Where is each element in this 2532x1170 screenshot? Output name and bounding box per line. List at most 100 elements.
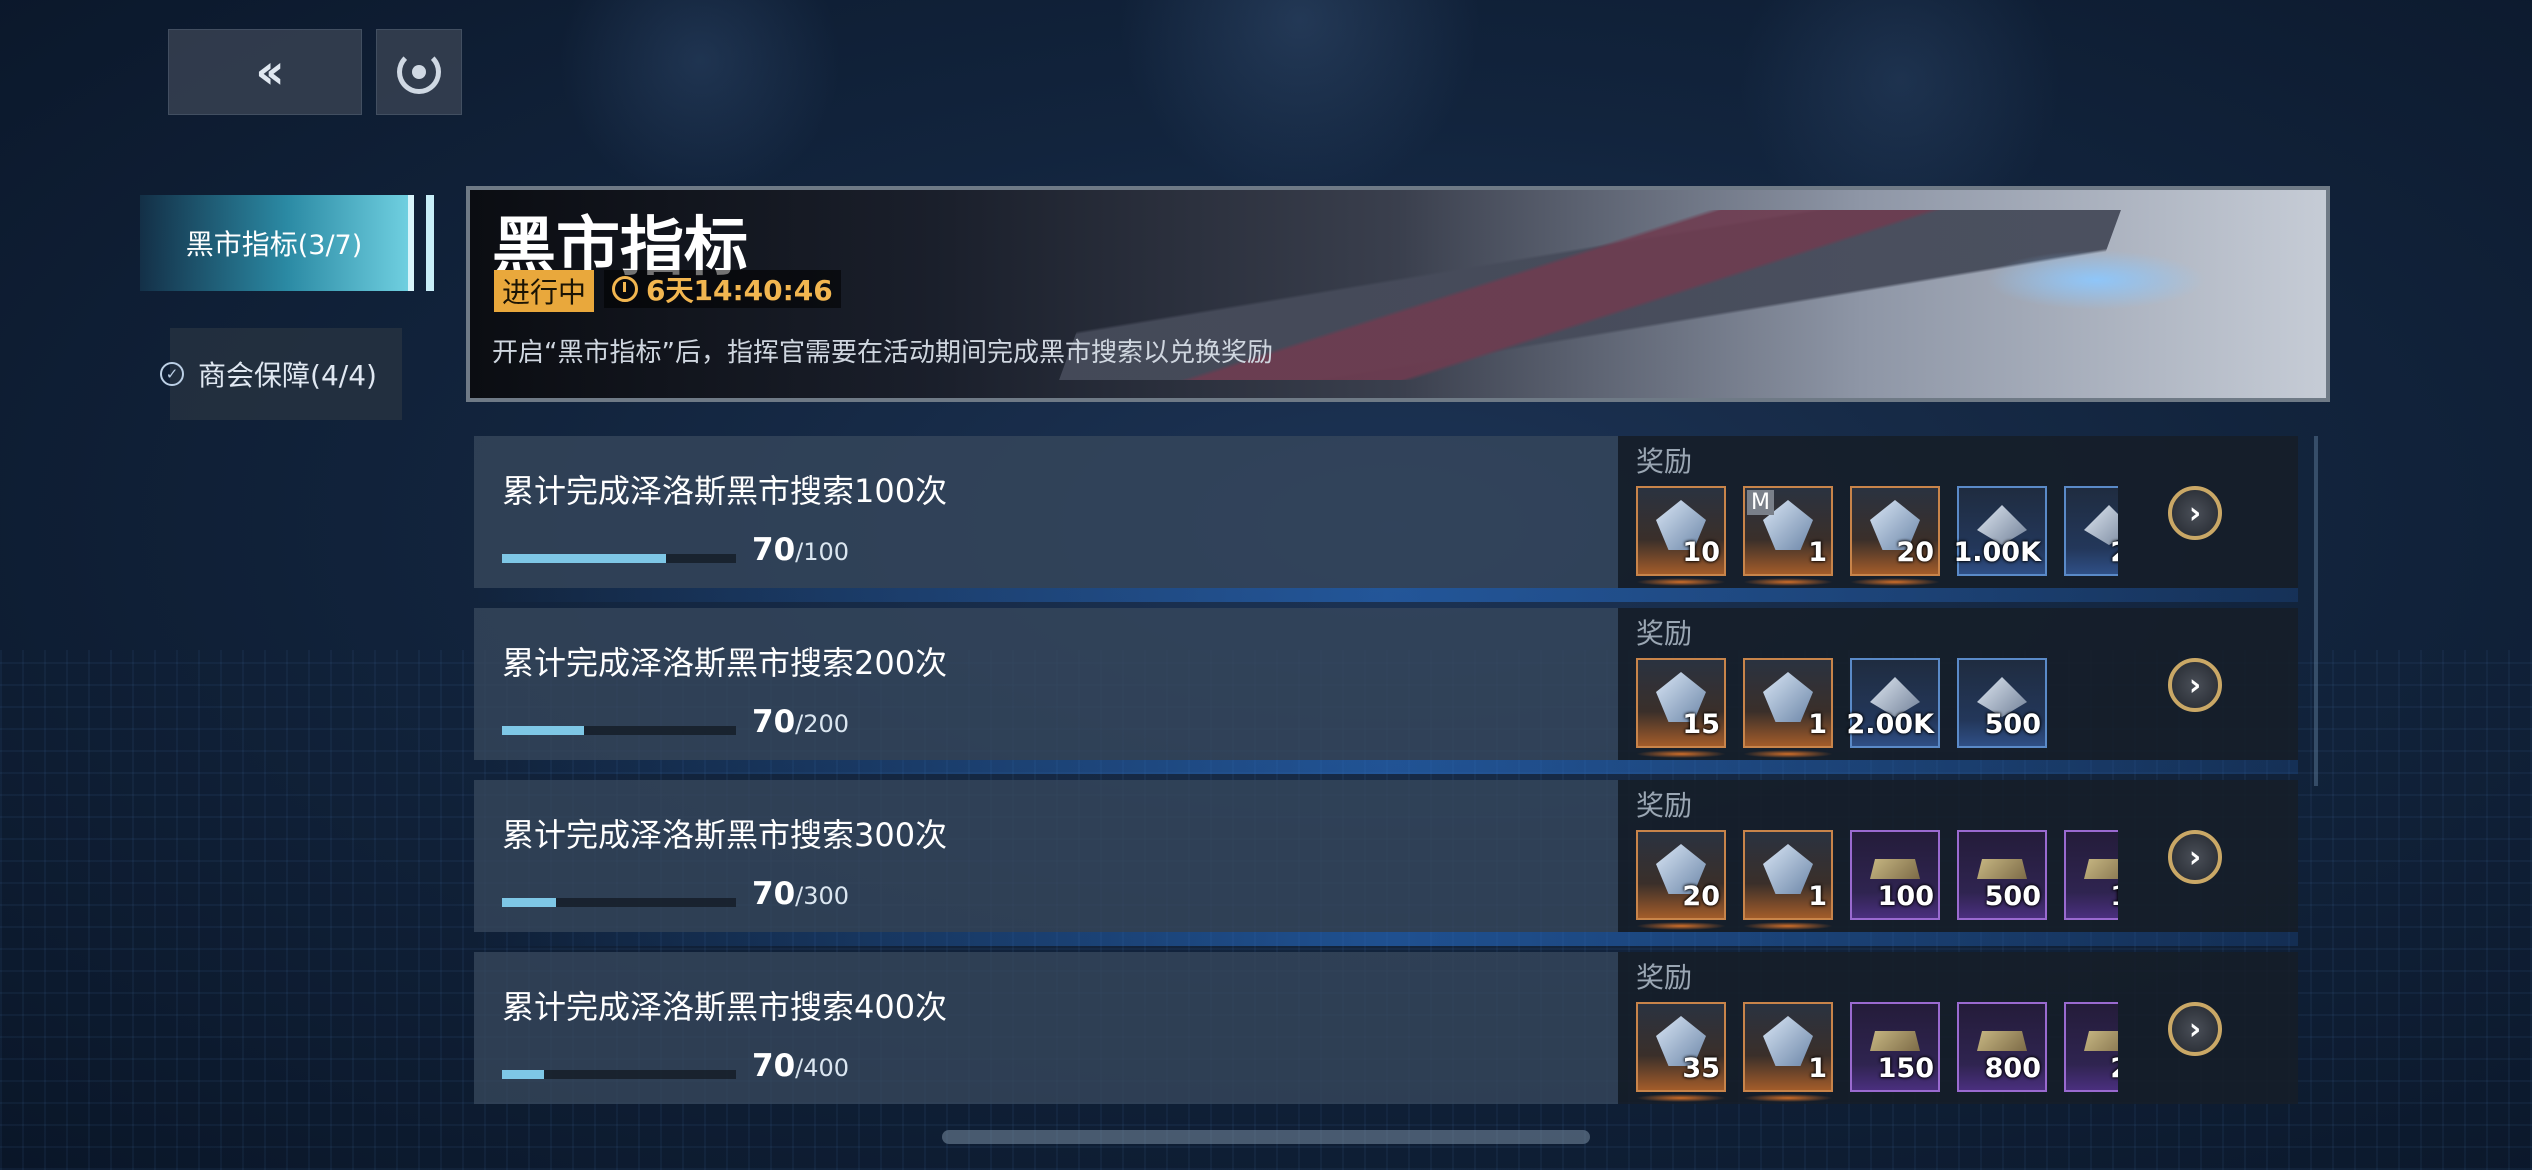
countdown-timer: 6天14:40:46 — [604, 270, 841, 308]
progress-total: /100 — [795, 538, 850, 566]
tab-count: (4/4) — [310, 359, 377, 392]
reward-item[interactable]: 500 — [1957, 830, 2047, 920]
reward-list[interactable]: 10 M 1 20 1.00K 25 — [1636, 486, 2118, 588]
reward-icon — [1763, 672, 1813, 722]
reward-item[interactable]: 500 — [1957, 658, 2047, 748]
home-indicator[interactable] — [942, 1130, 1590, 1144]
reward-panel: 奖励 20 1 100 500 12 › — [1618, 780, 2298, 932]
progress-total: /300 — [795, 882, 850, 910]
reward-quantity: 2.00K — [1846, 709, 1934, 740]
reward-label: 奖励 — [1636, 961, 1693, 994]
reward-item[interactable]: 10 — [1636, 486, 1726, 576]
chevron-right-icon: › — [2188, 495, 2202, 531]
go-button[interactable]: › — [2168, 658, 2222, 712]
reward-quantity: 20 — [1682, 881, 1720, 912]
engine-glow — [1986, 250, 2206, 310]
row-divider — [474, 588, 2298, 602]
reward-quantity: 1 — [1808, 881, 1827, 912]
tab-guild-guarantee[interactable]: ✓ 商会保障(4/4) — [160, 328, 402, 420]
reward-label: 奖励 — [1636, 445, 1693, 478]
progress-fill — [502, 898, 556, 907]
task-title: 累计完成泽洛斯黑市搜索200次 — [502, 644, 948, 682]
reward-item[interactable]: M 1 — [1743, 486, 1833, 576]
task-info: 累计完成泽洛斯黑市搜索300次 70/300 — [474, 780, 1618, 932]
reward-quantity: 20 — [2110, 1053, 2118, 1084]
reward-item[interactable]: 1 — [1743, 658, 1833, 748]
reward-icon — [1763, 1016, 1813, 1066]
task-info: 累计完成泽洛斯黑市搜索200次 70/200 — [474, 608, 1618, 760]
chevron-right-icon: › — [2188, 839, 2202, 875]
stopwatch-icon — [612, 276, 638, 302]
go-button[interactable]: › — [2168, 1002, 2222, 1056]
progress-total: /400 — [795, 1054, 850, 1082]
reward-quantity: 1 — [1808, 1053, 1827, 1084]
rarity-glow — [1743, 922, 1833, 930]
reward-item[interactable]: 20 — [2064, 1002, 2118, 1092]
refresh-button[interactable] — [376, 29, 462, 115]
progress-bar — [502, 726, 736, 735]
task-row: 累计完成泽洛斯黑市搜索400次 70/400 奖励 35 1 150 800 › — [474, 952, 2298, 1104]
reward-quantity: 12 — [2110, 881, 2118, 912]
active-tab-indicator — [426, 195, 434, 291]
reward-quantity: 15 — [1682, 709, 1720, 740]
rarity-glow — [1636, 750, 1726, 758]
reward-quantity: 1 — [1808, 537, 1827, 568]
status-badge: 进行中 — [494, 270, 595, 312]
reward-item[interactable]: 12 — [2064, 830, 2118, 920]
task-title: 累计完成泽洛斯黑市搜索400次 — [502, 988, 948, 1026]
progress-count: 70/300 — [752, 876, 849, 912]
reward-item[interactable]: 35 — [1636, 1002, 1726, 1092]
scrollbar[interactable] — [2314, 436, 2318, 786]
task-title: 累计完成泽洛斯黑市搜索100次 — [502, 472, 948, 510]
reward-panel: 奖励 10 M 1 20 1.00K 25 › — [1618, 436, 2298, 588]
progress-count: 70/100 — [752, 532, 849, 568]
reward-item[interactable]: 1.00K — [1953, 486, 2047, 576]
reward-quantity: 10 — [1682, 537, 1720, 568]
reward-list[interactable]: 15 1 2.00K 500 — [1636, 658, 2118, 760]
chevron-right-icon: › — [2188, 667, 2202, 703]
rarity-glow — [1850, 578, 1940, 586]
chevron-right-icon: › — [2188, 1011, 2202, 1047]
progress-count: 70/400 — [752, 1048, 849, 1084]
reward-quantity: 500 — [1984, 709, 2041, 740]
progress-bar — [502, 1070, 736, 1079]
task-row: 累计完成泽洛斯黑市搜索100次 70/100 奖励 10 M 1 20 1.00… — [474, 436, 2298, 588]
reward-quantity: 800 — [1984, 1053, 2041, 1084]
progress-current: 70 — [752, 1048, 796, 1084]
reward-item[interactable]: 2.00K — [1846, 658, 1940, 748]
reward-quantity: 1 — [1808, 709, 1827, 740]
timer-text: 6天14:40:46 — [646, 274, 833, 307]
check-icon: ✓ — [160, 362, 184, 386]
progress-fill — [502, 1070, 545, 1079]
reward-list[interactable]: 20 1 100 500 12 — [1636, 830, 2118, 932]
reward-item[interactable]: 800 — [1957, 1002, 2047, 1092]
reward-item[interactable]: 150 — [1850, 1002, 1940, 1092]
reward-quantity: 25 — [2110, 537, 2118, 568]
reward-item[interactable]: 20 — [1850, 486, 1940, 576]
reward-item[interactable]: 100 — [1850, 830, 1940, 920]
back-button[interactable]: ‹‹ — [168, 29, 362, 115]
rarity-glow — [1743, 750, 1833, 758]
go-button[interactable]: › — [2168, 830, 2222, 884]
task-title: 累计完成泽洛斯黑市搜索300次 — [502, 816, 948, 854]
reward-item[interactable]: 1 — [1743, 1002, 1833, 1092]
reward-label: 奖励 — [1636, 789, 1693, 822]
progress-current: 70 — [752, 532, 796, 568]
reward-list[interactable]: 35 1 150 800 20 — [1636, 1002, 2118, 1104]
event-description: 开启“黑市指标”后，指挥官需要在活动期间完成黑市搜索以兑换奖励 — [492, 338, 1273, 368]
rarity-glow — [1636, 578, 1726, 586]
go-button[interactable]: › — [2168, 486, 2222, 540]
reward-quantity: 100 — [1877, 881, 1934, 912]
reward-item[interactable]: 20 — [1636, 830, 1726, 920]
tab-black-market[interactable]: 黑市指标(3/7) — [140, 195, 414, 291]
progress-fill — [502, 726, 584, 735]
row-divider — [474, 760, 2298, 774]
reward-quantity: 1.00K — [1953, 537, 2041, 568]
reward-item[interactable]: 1 — [1743, 830, 1833, 920]
task-row: 累计完成泽洛斯黑市搜索300次 70/300 奖励 20 1 100 500 › — [474, 780, 2298, 932]
reward-item[interactable]: 25 — [2064, 486, 2118, 576]
reward-item[interactable]: 15 — [1636, 658, 1726, 748]
rarity-glow — [1636, 1094, 1726, 1102]
progress-count: 70/200 — [752, 704, 849, 740]
task-row: 累计完成泽洛斯黑市搜索200次 70/200 奖励 15 1 2.00K 500… — [474, 608, 2298, 760]
